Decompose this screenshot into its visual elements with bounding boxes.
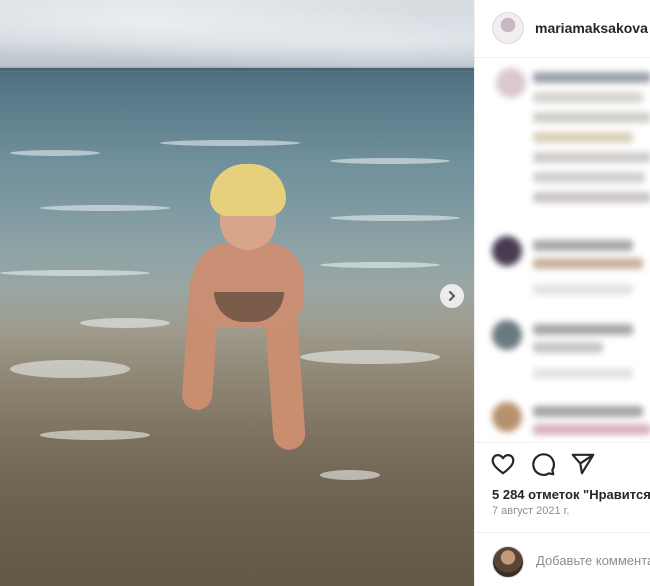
list-item (533, 240, 633, 251)
foam (300, 350, 440, 364)
wave (330, 215, 460, 221)
post-photo[interactable] (0, 0, 474, 586)
username-link[interactable]: mariamaksakova (535, 20, 648, 36)
wave (0, 270, 150, 276)
list-item (533, 92, 643, 103)
list-item (533, 342, 603, 353)
wave (40, 205, 170, 211)
avatar[interactable] (492, 12, 524, 44)
list-item (533, 112, 650, 123)
avatar (496, 68, 526, 98)
comment-input[interactable] (536, 553, 650, 568)
foam (40, 430, 150, 440)
avatar (492, 402, 522, 432)
wave (330, 158, 450, 164)
foam (320, 470, 380, 480)
avatar (492, 546, 524, 578)
wave (160, 140, 300, 146)
avatar (492, 320, 522, 350)
comments-list (475, 58, 650, 442)
avatar (492, 236, 522, 266)
headscarf (210, 164, 286, 216)
list-item (533, 284, 633, 295)
post-header: mariamaksakova (475, 0, 650, 58)
wave (320, 262, 440, 268)
list-item (533, 406, 643, 417)
list-item (533, 72, 650, 83)
paper-plane-icon[interactable] (570, 451, 596, 477)
list-item (533, 192, 650, 203)
foam (80, 318, 170, 328)
wave (10, 150, 100, 156)
comment-icon[interactable] (530, 451, 556, 477)
list-item (533, 172, 645, 183)
add-comment-bar (475, 532, 650, 586)
chevron-right-icon (449, 291, 456, 301)
likes-count[interactable]: 5 284 отметок "Нравится" (492, 487, 650, 502)
post-date: 7 август 2021 г. (492, 505, 570, 517)
heart-icon[interactable] (490, 451, 516, 477)
next-photo-button[interactable] (440, 284, 464, 308)
list-item (533, 152, 650, 163)
post-actions: 5 284 отметок "Нравится" 7 август 2021 г… (475, 442, 650, 532)
list-item (533, 424, 650, 435)
list-item (533, 368, 633, 379)
list-item (533, 132, 633, 143)
list-item (533, 324, 633, 335)
person (180, 160, 320, 490)
foam (10, 360, 130, 378)
list-item (533, 258, 643, 269)
horizon (0, 68, 474, 71)
sky (0, 0, 474, 68)
post-sidebar: mariamaksakova 5 284 отметок "Нравится" … (474, 0, 650, 586)
